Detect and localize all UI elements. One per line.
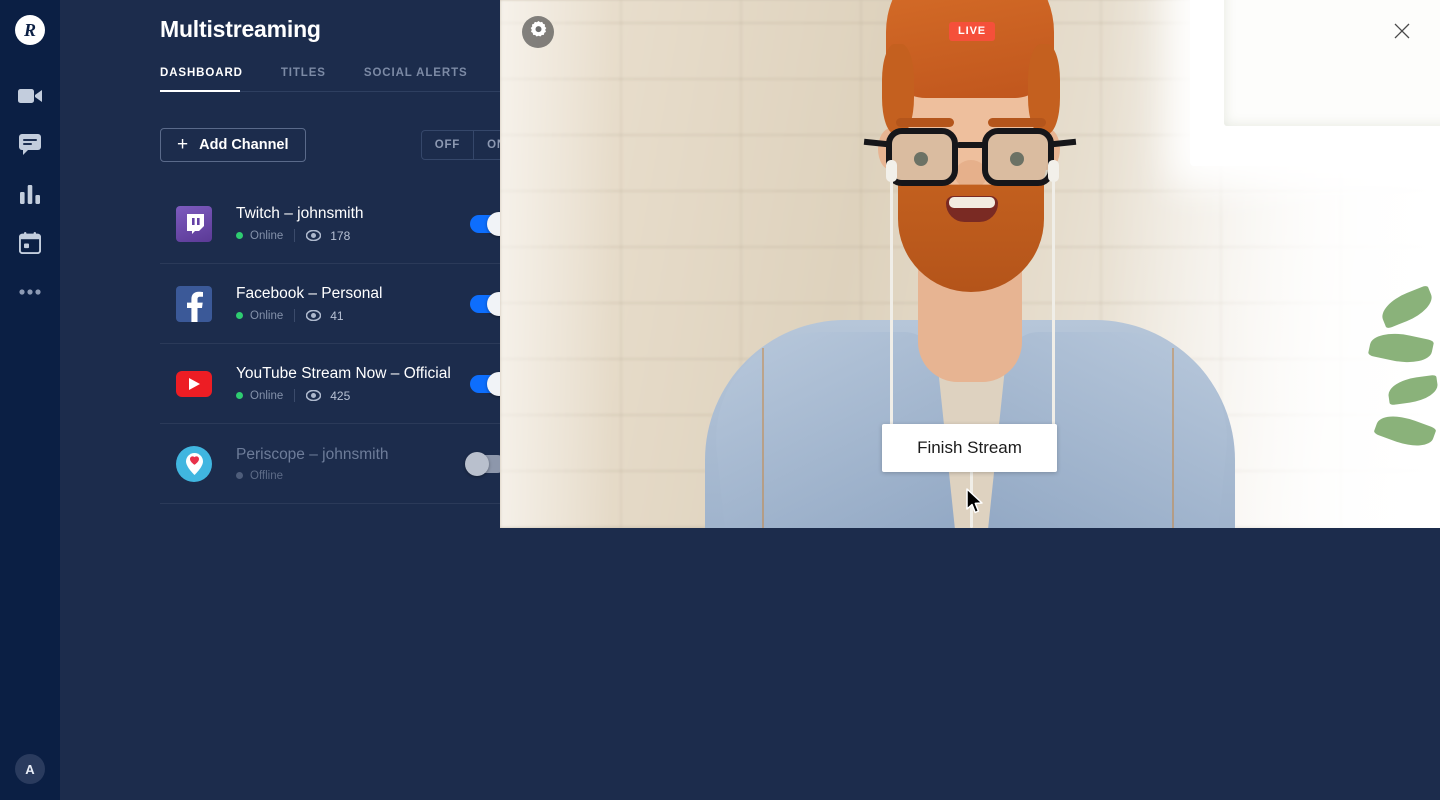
- segment-off[interactable]: OFF: [422, 131, 473, 159]
- status-dot: [236, 232, 243, 239]
- app-logo[interactable]: R: [15, 15, 45, 45]
- channel-meta: Online 425: [236, 389, 470, 403]
- eye-icon: [306, 230, 322, 241]
- eye-icon: [306, 310, 322, 321]
- status-badge: Offline: [250, 469, 284, 482]
- rail-item-calendar[interactable]: [0, 218, 60, 267]
- stream-preview: LIVE Finish Stream: [500, 0, 1440, 528]
- rail-item-video[interactable]: [0, 71, 60, 120]
- user-avatar[interactable]: A: [15, 754, 45, 784]
- meta-divider: [294, 389, 296, 402]
- eye-icon: [306, 390, 322, 401]
- status-dot: [236, 392, 243, 399]
- app-logo-letter: R: [23, 20, 36, 40]
- live-badge: LIVE: [949, 22, 996, 41]
- video-camera-icon: [18, 87, 42, 105]
- panel-controls: + Add Channel OFF ON: [160, 128, 520, 162]
- table-row[interactable]: Facebook – Personal Online 41: [160, 264, 520, 344]
- viewer-count: 178: [330, 228, 351, 243]
- periscope-icon: [176, 445, 212, 482]
- channel-name: Twitch – johnsmith: [236, 204, 364, 222]
- add-channel-label: Add Channel: [199, 137, 289, 153]
- plus-icon: +: [177, 133, 189, 155]
- viewer-count: 425: [330, 388, 351, 403]
- tab-dashboard[interactable]: DASHBOARD: [160, 67, 243, 92]
- channel-name: YouTube Stream Now – Official: [236, 364, 451, 382]
- table-row[interactable]: YouTube Stream Now – Official Online 425: [160, 344, 520, 424]
- rail-item-chat[interactable]: [0, 120, 60, 169]
- youtube-icon: [176, 366, 212, 402]
- multistreaming-panel: Multistreaming DASHBOARD TITLES SOCIAL A…: [60, 0, 520, 800]
- channel-meta: Offline: [236, 470, 470, 482]
- page-title: Multistreaming: [160, 16, 321, 42]
- meta-divider: [294, 309, 296, 322]
- status-badge: Online: [250, 229, 284, 242]
- rail-item-more[interactable]: [0, 267, 60, 316]
- meta-divider: [294, 229, 296, 242]
- table-row[interactable]: Twitch – johnsmith Online 178: [160, 184, 520, 264]
- status-dot: [236, 472, 243, 479]
- status-dot: [236, 312, 243, 319]
- channel-name: Periscope – johnsmith: [236, 445, 389, 463]
- avatar-initial: A: [25, 761, 35, 777]
- channel-name: Facebook – Personal: [236, 284, 383, 302]
- mouse-pointer-icon: [966, 488, 986, 516]
- calendar-icon: [19, 231, 41, 254]
- gear-icon: [530, 21, 547, 43]
- rail-item-analytics[interactable]: [0, 169, 60, 218]
- app-root: R A Multistreaming DASHBOARD TITLES SOCI…: [0, 0, 1440, 800]
- rail-nav-items: [0, 71, 60, 316]
- add-channel-button[interactable]: + Add Channel: [160, 128, 306, 162]
- tab-titles[interactable]: TITLES: [281, 67, 326, 92]
- twitch-icon: [176, 205, 212, 242]
- tab-social-alerts[interactable]: SOCIAL ALERTS: [364, 67, 468, 92]
- channel-meta: Online 178: [236, 229, 470, 243]
- status-badge: Online: [250, 389, 284, 402]
- stream-settings-button[interactable]: [522, 16, 554, 48]
- more-dots-icon: [19, 288, 41, 295]
- channel-list: Twitch – johnsmith Online 178 Facebook –…: [160, 184, 520, 504]
- finish-stream-button[interactable]: Finish Stream: [882, 424, 1057, 472]
- close-button[interactable]: [1390, 21, 1414, 45]
- facebook-icon: [176, 285, 212, 322]
- status-badge: Online: [250, 309, 284, 322]
- viewer-count: 41: [330, 308, 344, 323]
- chat-bubble-icon: [19, 134, 41, 155]
- tab-active-underline: [160, 90, 240, 92]
- close-icon: [1393, 22, 1411, 45]
- bar-chart-icon: [19, 184, 41, 204]
- channel-meta: Online 41: [236, 309, 470, 323]
- video-stage: LIVE Finish Stream: [500, 0, 1440, 800]
- left-icon-rail: R A: [0, 0, 60, 800]
- tab-bar: DASHBOARD TITLES SOCIAL ALERTS: [160, 67, 520, 92]
- table-row[interactable]: Periscope – johnsmith Offline: [160, 424, 520, 504]
